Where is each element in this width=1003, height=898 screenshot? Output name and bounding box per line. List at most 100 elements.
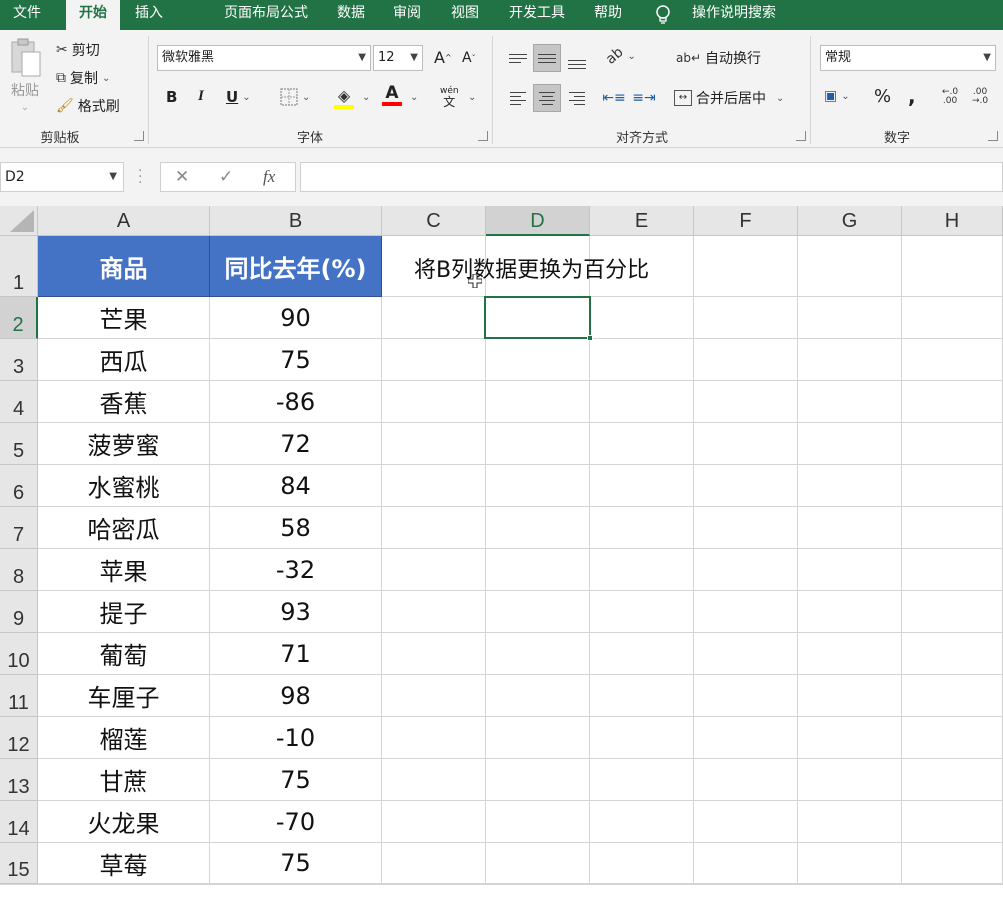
cancel-icon[interactable]: ✕ <box>175 167 189 187</box>
cell-e8[interactable] <box>590 549 694 591</box>
cell-a3[interactable]: 西瓜 <box>38 339 210 381</box>
cell-f7[interactable] <box>694 507 798 549</box>
name-box[interactable]: D2 ▼ <box>0 162 124 192</box>
wrap-text-button[interactable]: ab↵ 自动换行 <box>676 48 761 68</box>
row-header-3[interactable]: 3 <box>0 339 38 381</box>
column-header-f[interactable]: F <box>694 206 798 236</box>
formula-input[interactable] <box>300 162 1003 192</box>
cell-a2[interactable]: 芒果 <box>38 297 210 339</box>
cell-b9[interactable]: 93 <box>210 591 382 633</box>
accounting-format-button[interactable]: ▣ ⌄ <box>824 88 850 104</box>
cell-d3[interactable] <box>486 339 590 381</box>
align-top-button[interactable] <box>504 44 532 72</box>
cell-c9[interactable] <box>382 591 486 633</box>
cell-a11[interactable]: 车厘子 <box>38 675 210 717</box>
cell-e4[interactable] <box>590 381 694 423</box>
cell-h2[interactable] <box>902 297 1003 339</box>
fill-handle[interactable] <box>587 335 593 341</box>
cell-b14[interactable]: -70 <box>210 801 382 843</box>
cell-e13[interactable] <box>590 759 694 801</box>
font-color-button[interactable]: A <box>382 84 402 106</box>
cell-h12[interactable] <box>902 717 1003 759</box>
cell-f6[interactable] <box>694 465 798 507</box>
font-size-select[interactable]: 12 ▼ <box>373 45 423 71</box>
tab-home[interactable]: 开始 <box>66 0 120 30</box>
clipboard-launcher-icon[interactable] <box>134 131 144 141</box>
cell-c6[interactable] <box>382 465 486 507</box>
cell-b3[interactable]: 75 <box>210 339 382 381</box>
row-header-4[interactable]: 4 <box>0 381 38 423</box>
cell-a13[interactable]: 甘蔗 <box>38 759 210 801</box>
tab-insert[interactable]: 插入 <box>124 0 174 30</box>
cell-g9[interactable] <box>798 591 902 633</box>
tab-developer[interactable]: 开发工具 <box>500 0 574 30</box>
active-cell-selection[interactable] <box>484 296 593 341</box>
column-header-a[interactable]: A <box>38 206 210 236</box>
cell-b15[interactable]: 75 <box>210 843 382 884</box>
tell-me-search[interactable]: 操作说明搜索 <box>684 0 784 30</box>
column-header-c[interactable]: C <box>382 206 486 236</box>
cell-c4[interactable] <box>382 381 486 423</box>
check-icon[interactable]: ✓ <box>219 167 233 187</box>
decrease-decimal-button[interactable]: .00 →.0 <box>972 88 988 106</box>
chevron-down-icon[interactable]: ⌄ <box>410 92 418 103</box>
cell-d6[interactable] <box>486 465 590 507</box>
grow-font-button[interactable]: A ^ <box>434 48 452 67</box>
cell-f3[interactable] <box>694 339 798 381</box>
tab-formulas[interactable]: 公式 <box>274 0 314 30</box>
cell-e11[interactable] <box>590 675 694 717</box>
row-header-1[interactable]: 1 <box>0 236 38 297</box>
cell-a12[interactable]: 榴莲 <box>38 717 210 759</box>
cell-g6[interactable] <box>798 465 902 507</box>
cell-b1[interactable]: 同比去年(%) <box>210 236 382 297</box>
italic-button[interactable]: I <box>198 88 204 105</box>
cell-h6[interactable] <box>902 465 1003 507</box>
cell-d5[interactable] <box>486 423 590 465</box>
fx-icon[interactable]: fx <box>263 167 275 187</box>
row-header-15[interactable]: 15 <box>0 843 38 884</box>
number-format-select[interactable]: 常规 ▼ <box>820 45 996 71</box>
row-header-14[interactable]: 14 <box>0 801 38 843</box>
cell-f5[interactable] <box>694 423 798 465</box>
cell-h13[interactable] <box>902 759 1003 801</box>
cell-f1[interactable] <box>694 236 798 297</box>
cell-g12[interactable] <box>798 717 902 759</box>
cell-h9[interactable] <box>902 591 1003 633</box>
chevron-down-icon[interactable]: ⌄ <box>468 92 476 103</box>
cell-a14[interactable]: 火龙果 <box>38 801 210 843</box>
cell-f8[interactable] <box>694 549 798 591</box>
font-family-select[interactable]: 微软雅黑 ▼ <box>157 45 371 71</box>
tab-help[interactable]: 帮助 <box>586 0 630 30</box>
cell-e14[interactable] <box>590 801 694 843</box>
increase-indent-button[interactable]: ≡⇥ <box>630 84 658 112</box>
row-header-8[interactable]: 8 <box>0 549 38 591</box>
increase-decimal-button[interactable]: ←.0.00 <box>942 88 958 106</box>
cell-c15[interactable] <box>382 843 486 884</box>
percent-style-button[interactable]: % <box>874 86 891 107</box>
cell-f2[interactable] <box>694 297 798 339</box>
cell-b10[interactable]: 71 <box>210 633 382 675</box>
shrink-font-button[interactable]: Aˇ <box>462 50 476 66</box>
cell-a8[interactable]: 苹果 <box>38 549 210 591</box>
row-header-7[interactable]: 7 <box>0 507 38 549</box>
cell-c8[interactable] <box>382 549 486 591</box>
cell-g5[interactable] <box>798 423 902 465</box>
cell-h5[interactable] <box>902 423 1003 465</box>
column-header-b[interactable]: B <box>210 206 382 236</box>
cell-d12[interactable] <box>486 717 590 759</box>
cell-g4[interactable] <box>798 381 902 423</box>
cell-h8[interactable] <box>902 549 1003 591</box>
cell-h3[interactable] <box>902 339 1003 381</box>
cell-h15[interactable] <box>902 843 1003 884</box>
cell-c10[interactable] <box>382 633 486 675</box>
cell-h11[interactable] <box>902 675 1003 717</box>
cell-d15[interactable] <box>486 843 590 884</box>
number-launcher-icon[interactable] <box>988 131 998 141</box>
tab-view[interactable]: 视图 <box>442 0 488 30</box>
cell-g7[interactable] <box>798 507 902 549</box>
font-launcher-icon[interactable] <box>478 131 488 141</box>
cell-c5[interactable] <box>382 423 486 465</box>
cell-b8[interactable]: -32 <box>210 549 382 591</box>
row-header-13[interactable]: 13 <box>0 759 38 801</box>
cell-g14[interactable] <box>798 801 902 843</box>
